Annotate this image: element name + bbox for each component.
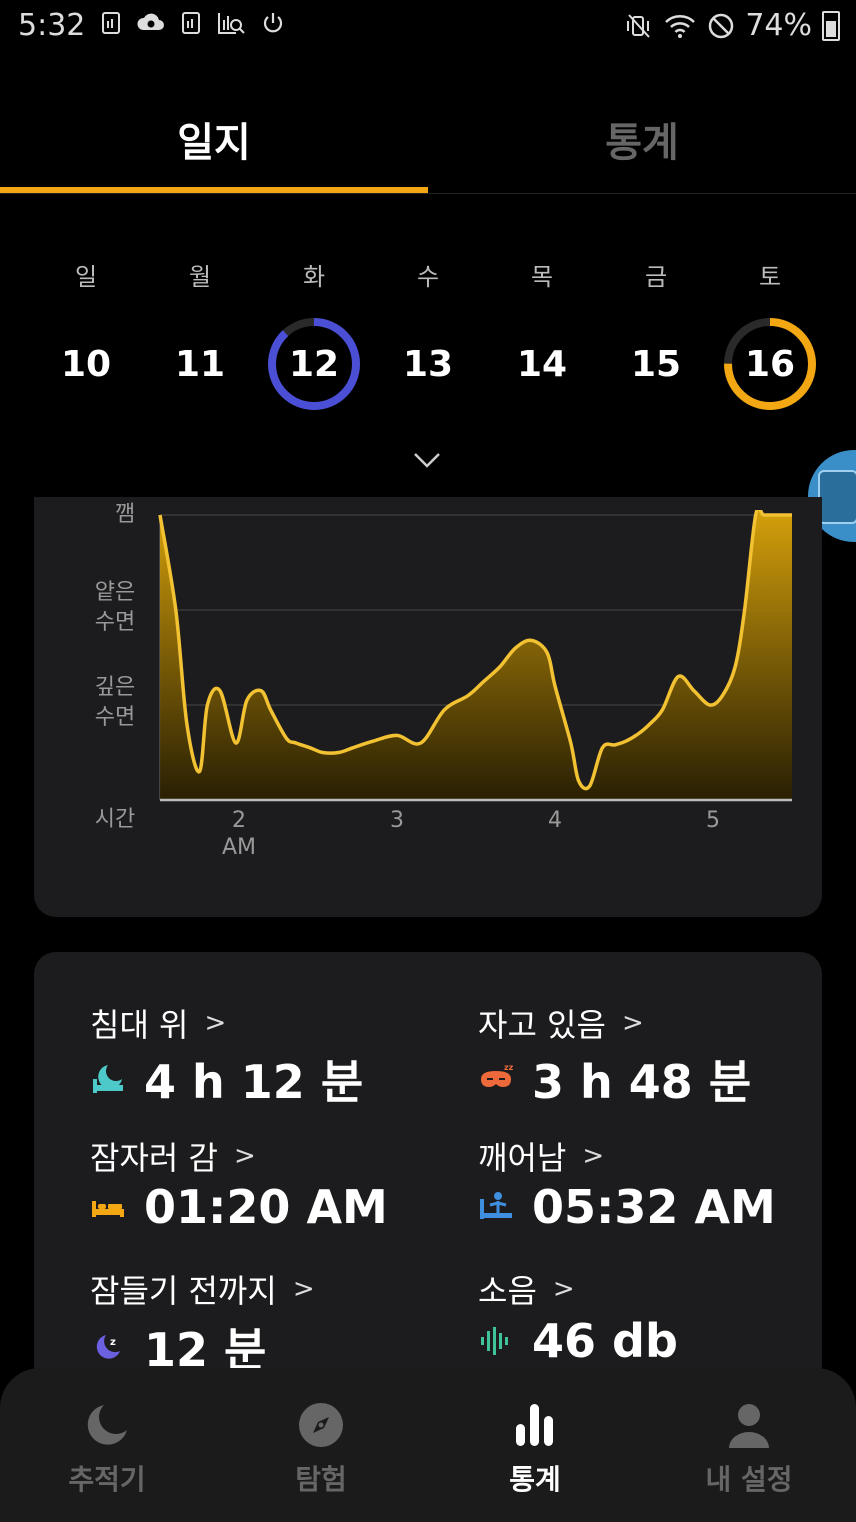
compass-icon	[299, 1403, 343, 1447]
stat-in-bed-label: 침대 위	[90, 1006, 189, 1044]
day-label-sun: 일	[74, 263, 98, 291]
day-date-13[interactable]: 13	[378, 330, 478, 400]
profile-icon	[729, 1404, 769, 1448]
power-icon	[263, 13, 283, 33]
y-label-awake: 깸	[114, 502, 136, 527]
day-label-mon: 월	[188, 263, 212, 291]
day-label-tue: 화	[302, 263, 326, 291]
stat-fall-asleep-link[interactable]: 잠들기 전까지 >	[90, 1266, 315, 1312]
day-label-sat: 토	[758, 263, 782, 291]
stat-woke-up-value: 05:32 AM	[532, 1180, 776, 1234]
moon-icon	[87, 1405, 127, 1445]
bar-chart-icon	[516, 1404, 553, 1446]
day-label-wed: 수	[416, 263, 440, 291]
blocked-icon	[709, 13, 734, 38]
sound-wave-icon	[481, 1327, 508, 1355]
day-date-16[interactable]: 16	[720, 330, 820, 400]
moon-bed-icon	[93, 1065, 123, 1093]
wake-up-icon	[480, 1192, 512, 1219]
stat-noise-label: 소음	[478, 1272, 537, 1310]
tab-statistics[interactable]: 통계	[428, 110, 856, 168]
nav-my-settings-label: 내 설정	[705, 1463, 793, 1496]
x-tick-label: 5	[706, 808, 720, 833]
x-tick-label: 3	[390, 808, 404, 833]
chevron-right-icon: >	[621, 1008, 644, 1038]
day-date-12[interactable]: 12	[264, 330, 364, 400]
stat-asleep-label: 자고 있음	[478, 1006, 606, 1044]
stat-fall-asleep-label: 잠들기 전까지	[90, 1272, 277, 1310]
cloud-sync-icon	[137, 13, 164, 30]
stat-went-to-bed-link[interactable]: 잠자러 감 >	[90, 1133, 256, 1179]
stat-in-bed-value: 4 h 12 분	[144, 1055, 364, 1109]
stat-woke-up-label: 깨어남	[478, 1139, 567, 1177]
sleep-chart-plot	[158, 510, 792, 802]
stat-asleep-link[interactable]: 자고 있음 >	[478, 1000, 644, 1046]
wifi-icon	[665, 14, 696, 38]
chevron-right-icon: >	[292, 1274, 315, 1304]
status-notification-icons	[100, 10, 286, 36]
bed-icon	[92, 1201, 124, 1217]
stat-noise-link[interactable]: 소음 >	[478, 1266, 575, 1312]
stat-went-to-bed-value: 01:20 AM	[144, 1180, 388, 1234]
status-time: 5:32	[18, 8, 86, 43]
stat-in-bed: 4 h 12 분	[90, 1046, 363, 1112]
nav-tracker-label: 추적기	[68, 1463, 146, 1496]
tab-divider	[0, 193, 856, 194]
nav-explore[interactable]: 탐험	[214, 1400, 428, 1498]
stat-noise-value: 46 db	[532, 1314, 678, 1368]
y-label-time: 시간	[94, 807, 136, 832]
chart-search-icon	[218, 13, 245, 34]
nav-statistics-label: 통계	[509, 1463, 561, 1496]
chevron-right-icon: >	[582, 1141, 605, 1171]
stat-woke-up: 05:32 AM	[478, 1180, 776, 1234]
nav-statistics[interactable]: 통계	[428, 1400, 642, 1498]
day-label-fri: 금	[644, 263, 668, 291]
moon-z-icon: z	[96, 1335, 120, 1359]
svg-text:zz: zz	[504, 1063, 514, 1072]
sleep-area-fill	[160, 510, 792, 800]
stat-noise: 46 db	[478, 1314, 678, 1368]
chevron-right-icon: >	[233, 1141, 256, 1171]
x-tick-sublabel: AM	[221, 835, 257, 860]
nav-tracker[interactable]: 추적기	[0, 1400, 214, 1498]
chevron-right-icon: >	[552, 1274, 575, 1304]
battery-percent: 74%	[745, 8, 812, 43]
tab-journal[interactable]: 일지	[0, 110, 428, 168]
stat-in-bed-link[interactable]: 침대 위 >	[90, 1000, 226, 1046]
day-date-10[interactable]: 10	[36, 330, 136, 400]
y-label-deep-sleep: 깊은 수면	[94, 675, 136, 730]
stat-went-to-bed-label: 잠자러 감	[90, 1139, 218, 1177]
mute-vibrate-icon	[627, 13, 651, 38]
y-label-light-sleep: 얕은 수면	[94, 580, 136, 635]
nav-my-settings[interactable]: 내 설정	[642, 1400, 856, 1498]
day-label-thu: 목	[530, 263, 554, 291]
stat-asleep: zz 3 h 48 분	[478, 1046, 751, 1112]
stat-went-to-bed: 01:20 AM	[90, 1180, 388, 1234]
x-tick-label: 4	[548, 808, 562, 833]
x-tick-label: 2	[232, 808, 246, 833]
nav-explore-label: 탐험	[295, 1463, 347, 1496]
stat-woke-up-link[interactable]: 깨어남 >	[478, 1133, 604, 1179]
chart-widget-icon	[818, 470, 856, 524]
sleep-mask-icon: zz	[481, 1063, 514, 1087]
day-date-11[interactable]: 11	[150, 330, 250, 400]
battery-icon	[822, 10, 840, 41]
day-date-15[interactable]: 15	[606, 330, 706, 400]
svg-text:z: z	[110, 1337, 116, 1348]
day-date-14[interactable]: 14	[492, 330, 592, 400]
chevron-right-icon: >	[204, 1008, 227, 1038]
sim-icon	[102, 12, 120, 34]
stat-asleep-value: 3 h 48 분	[532, 1055, 752, 1109]
chevron-down-icon[interactable]	[412, 446, 442, 474]
sim-icon	[182, 12, 200, 34]
status-system-icons: 74%	[625, 8, 840, 43]
